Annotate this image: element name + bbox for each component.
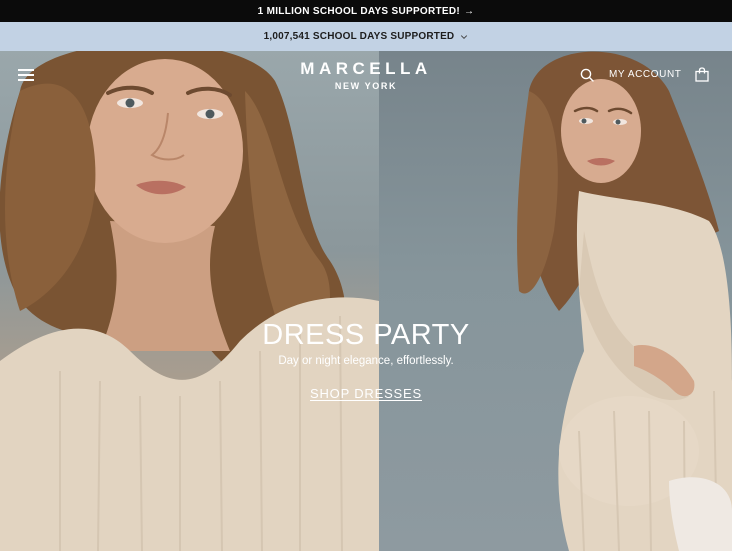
search-icon[interactable] xyxy=(580,68,594,82)
school-days-counter-bar[interactable]: 1,007,541 SCHOOL DAYS SUPPORTED xyxy=(0,22,732,51)
promo-text[interactable]: 1 MILLION SCHOOL DAYS SUPPORTED! xyxy=(258,6,460,17)
hero-image-left xyxy=(0,51,379,551)
model-portrait-left xyxy=(0,51,379,551)
promo-banner[interactable]: 1 MILLION SCHOOL DAYS SUPPORTED! → xyxy=(0,0,732,22)
shopping-bag-icon[interactable] xyxy=(695,67,709,82)
site-header: MARCELLA NEW YORK MY ACCOUNT xyxy=(0,51,732,99)
shop-dresses-link[interactable]: SHOP DRESSES xyxy=(310,386,422,401)
hero-subtitle: Day or night elegance, effortlessly. xyxy=(278,355,454,367)
hero-title: DRESS PARTY xyxy=(262,319,470,351)
hero-banner[interactable] xyxy=(0,51,732,551)
hero-image-right xyxy=(379,51,732,551)
arrow-right-icon: → xyxy=(464,5,475,17)
brand-location: NEW YORK xyxy=(334,81,398,91)
model-portrait-right xyxy=(517,51,732,551)
hero-copy: DRESS PARTY Day or night elegance, effor… xyxy=(0,318,732,403)
my-account-link[interactable]: MY ACCOUNT xyxy=(609,69,682,80)
counter-text: 1,007,541 SCHOOL DAYS SUPPORTED xyxy=(263,31,455,42)
chevron-down-icon xyxy=(461,34,468,39)
